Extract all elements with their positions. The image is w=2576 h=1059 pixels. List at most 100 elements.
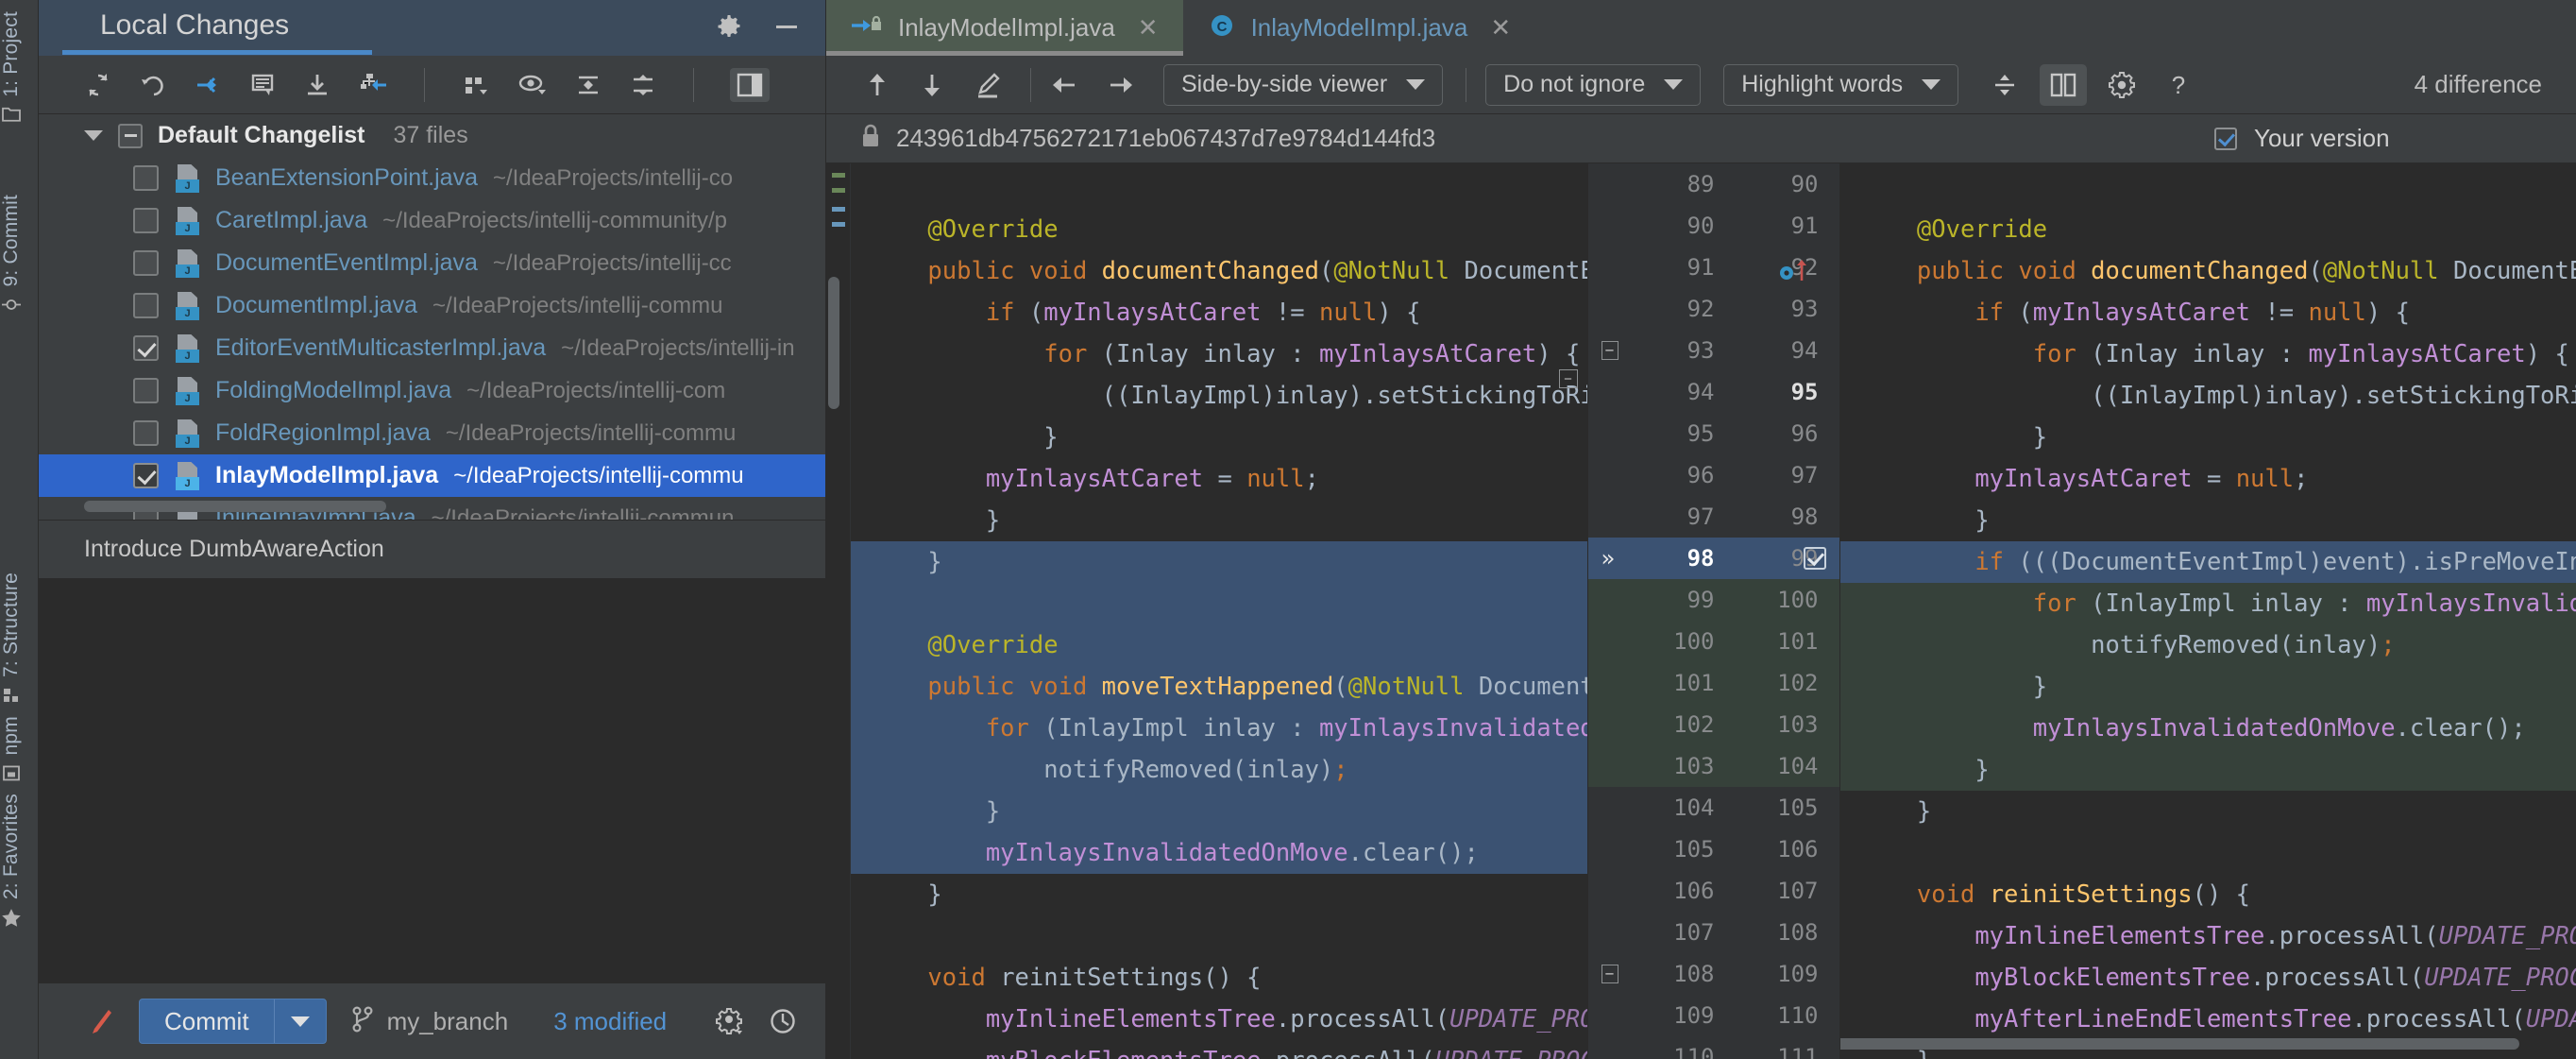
change-mark[interactable] [832, 207, 845, 212]
code-line: if (((DocumentEventImpl)event).isPreMove… [1839, 541, 2576, 583]
apply-change-icon[interactable]: » [1602, 538, 1615, 579]
changelist-header-row[interactable]: Default Changelist 37 files [39, 114, 825, 157]
file-checkbox[interactable] [133, 293, 159, 318]
collapse-all-icon[interactable] [629, 71, 657, 99]
commit-message-text: Introduce DumbAwareAction [84, 535, 384, 562]
sidebar-item-commit[interactable]: 9: Commit [0, 189, 23, 319]
tab-local-changes[interactable]: Local Changes [61, 9, 373, 55]
fold-marker[interactable]: − [1601, 341, 1618, 360]
arrow-down-icon[interactable] [919, 71, 945, 99]
viewer-mode-dropdown[interactable]: Side-by-side viewer [1163, 63, 1444, 106]
tab-file-inlaymodelimpl[interactable]: C InlayModelImpl.java ✕ [1183, 0, 1536, 56]
fold-marker[interactable]: − [1558, 369, 1578, 388]
file-checkbox[interactable] [133, 208, 159, 233]
file-checkbox[interactable] [133, 420, 159, 446]
chevron-down-icon[interactable] [84, 130, 103, 141]
star-icon [1, 909, 22, 929]
file-checkbox[interactable] [133, 250, 159, 276]
preview-icon[interactable] [517, 71, 548, 99]
changes-horizontal-scrollbar[interactable] [84, 500, 386, 512]
split-preview-icon[interactable] [730, 67, 770, 102]
sidebar-item-structure[interactable]: 7: Structure [0, 567, 23, 710]
chevron-down-icon [1664, 79, 1684, 90]
list-item[interactable]: J EditorEventMulticasterImpl.java ~/IdeaPr… [39, 327, 825, 369]
shelve-icon[interactable] [194, 71, 222, 99]
minimize-icon[interactable] [772, 13, 801, 40]
right-line-number: 98 [1790, 504, 1819, 530]
arrow-left-icon[interactable] [1050, 71, 1078, 99]
refresh-icon[interactable] [84, 71, 112, 99]
arrow-up-icon[interactable] [864, 71, 890, 99]
commit-message-icon[interactable] [248, 71, 277, 99]
help-icon[interactable]: ? [2164, 71, 2193, 99]
arrow-right-icon[interactable] [1107, 71, 1135, 99]
clock-icon[interactable] [769, 1007, 797, 1035]
tab-label: InlayModelImpl.java [1250, 13, 1468, 42]
code-line: } [2032, 423, 2048, 452]
chevron-down-icon[interactable] [275, 999, 326, 1043]
vertical-scrollbar[interactable] [828, 277, 839, 409]
left-line-number: 91 [1686, 254, 1715, 281]
branch-indicator[interactable]: my_branch [351, 1005, 508, 1038]
fold-marker[interactable]: − [1601, 965, 1618, 983]
pencil-icon[interactable] [88, 1007, 114, 1035]
diff-change-markbar[interactable] [826, 163, 851, 1059]
expand-all-icon[interactable] [574, 71, 602, 99]
close-icon[interactable]: ✕ [1490, 13, 1511, 43]
changes-tree[interactable]: Default Changelist 37 files J BeanExtensi… [39, 114, 825, 520]
tab-diff-inlaymodelimpl[interactable]: InlayModelImpl.java ✕ [826, 0, 1183, 56]
right-line-number: 102 [1777, 670, 1819, 696]
list-item[interactable]: J CaretImpl.java ~/IdeaProjects/intellij-c… [39, 199, 825, 242]
list-item[interactable]: J BeanExtensionPoint.java ~/IdeaProjects/i… [39, 157, 825, 199]
your-version-checkbox[interactable] [2214, 127, 2237, 150]
code-line: myBlockElementsTree.processAll(UPDATE_PR… [851, 1040, 1587, 1059]
two-side-icon[interactable] [2040, 63, 2088, 106]
file-checkbox[interactable] [133, 335, 159, 361]
group-by-icon[interactable] [461, 71, 491, 99]
rollback-icon[interactable] [139, 71, 167, 99]
gutter-line: 90 91 [1588, 205, 1839, 247]
commit-button[interactable]: Commit [139, 999, 327, 1044]
left-line-number: 95 [1686, 420, 1715, 447]
ignore-policy-dropdown[interactable]: Do not ignore [1485, 63, 1702, 106]
pencil-underline-icon[interactable] [974, 71, 1002, 99]
highlight-policy-dropdown[interactable]: Highlight words [1723, 63, 1959, 106]
diff-left-editor[interactable]: @Override public void documentChanged(@N… [851, 163, 1587, 1059]
changelist-checkbox[interactable] [118, 123, 143, 148]
move-to-changelist-icon[interactable] [358, 71, 388, 99]
change-mark[interactable] [832, 173, 845, 178]
change-mark[interactable] [832, 222, 845, 227]
diff-gutter[interactable]: 89 90 90 91 91 92 92 93−93 94 94 95 95 96 96 97 97 98» 98… [1586, 163, 1840, 1059]
list-item[interactable]: J DocumentEventImpl.java ~/IdeaProjects/in… [39, 242, 825, 284]
right-line-number: 96 [1790, 420, 1819, 447]
accept-change-checkbox[interactable] [1803, 547, 1826, 570]
gear-icon[interactable] [716, 1007, 744, 1035]
update-icon[interactable] [303, 71, 331, 99]
list-item[interactable]: J FoldingModelImpl.java ~/IdeaProjects/int… [39, 369, 825, 412]
file-checkbox[interactable] [133, 378, 159, 403]
right-line-number: 94 [1790, 337, 1819, 364]
commit-message-area[interactable]: Introduce DumbAwareAction [39, 519, 825, 578]
lock-icon [860, 124, 881, 153]
modified-count[interactable]: 3 modified [553, 1007, 667, 1036]
list-item[interactable]: J DocumentImpl.java ~/IdeaProjects/intelli… [39, 284, 825, 327]
collapse-unchanged-icon[interactable] [1981, 64, 2028, 106]
file-path: ~/IdeaProjects/intellij-com [466, 377, 726, 403]
gear-icon[interactable] [2108, 71, 2136, 99]
file-checkbox[interactable] [133, 463, 159, 488]
list-item[interactable]: J InlayModelImpl.java ~/IdeaProjects/intel… [39, 454, 825, 497]
list-item[interactable]: J FoldRegionImpl.java ~/IdeaProjects/intel… [39, 412, 825, 454]
file-checkbox[interactable] [133, 165, 159, 191]
sidebar-item-npm[interactable]: npm [0, 710, 23, 788]
gutter-line: 109 110 [1588, 995, 1839, 1036]
gear-icon[interactable] [716, 13, 742, 40]
diff-right-editor[interactable]: @Override public void documentChanged(@N… [1839, 163, 2576, 1059]
sidebar-item-favorites[interactable]: 2: Favorites [0, 788, 23, 933]
sidebar-item-project[interactable]: 1: Project [0, 6, 23, 128]
close-icon[interactable]: ✕ [1138, 13, 1159, 43]
change-mark[interactable] [832, 188, 845, 193]
commit-bottom-bar: Commit my_branch 3 modified [39, 982, 825, 1059]
right-horizontal-scrollbar[interactable] [1839, 1038, 2519, 1050]
code-line: public void moveTextHappened(@NotNull Do… [851, 666, 1587, 708]
